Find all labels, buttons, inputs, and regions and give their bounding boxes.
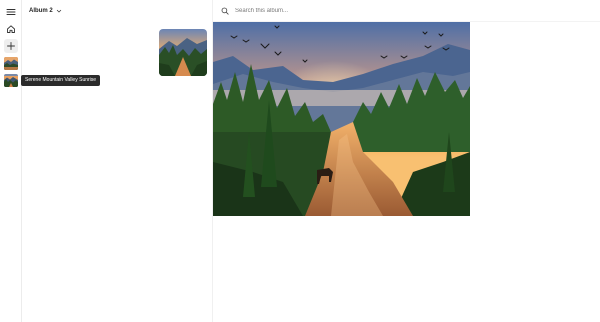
album-thumbnail-1[interactable] [4, 57, 18, 70]
album-cover-thumbnail[interactable] [159, 29, 207, 76]
chevron-down-icon [56, 9, 61, 13]
search-input[interactable] [235, 7, 435, 14]
hamburger-menu-icon [6, 9, 16, 15]
album-selector[interactable]: Album 2 [29, 5, 62, 17]
thumbnail-tooltip: Serene Mountain Valley Sunrise [21, 75, 101, 86]
search-bar[interactable] [213, 0, 600, 22]
landscape-photo [213, 22, 470, 216]
main-photo[interactable] [213, 22, 470, 216]
plus-icon [7, 42, 15, 50]
left-sidebar [0, 0, 22, 322]
search-icon [221, 7, 229, 15]
add-album-button[interactable] [4, 39, 18, 53]
album-title: Album 2 [29, 8, 53, 14]
home-button[interactable] [4, 22, 18, 36]
landscape-thumbnail [159, 29, 207, 76]
landscape-thumbnail [4, 57, 18, 70]
menu-button[interactable] [4, 5, 18, 19]
album-thumbnail-2[interactable] [4, 74, 18, 87]
home-icon [7, 25, 15, 33]
landscape-thumbnail [4, 74, 18, 87]
